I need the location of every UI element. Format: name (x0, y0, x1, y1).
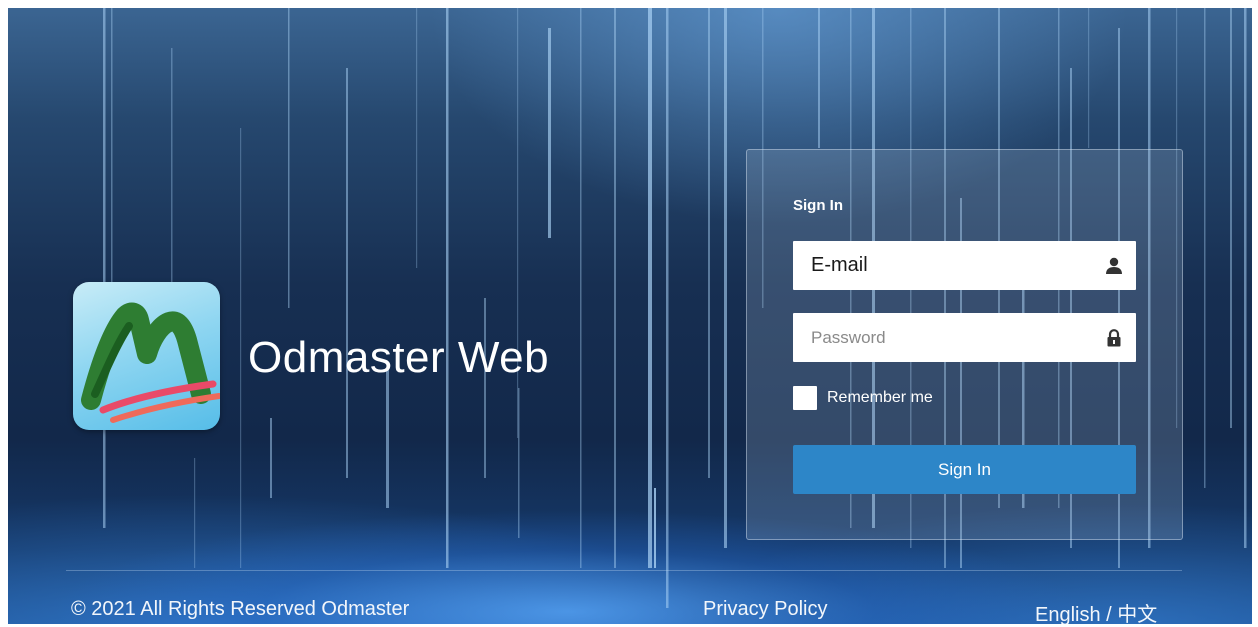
light-streak (614, 8, 616, 568)
password-input[interactable] (793, 313, 1093, 362)
light-streak (580, 8, 582, 568)
light-streak (386, 368, 389, 508)
light-streak (518, 388, 520, 538)
footer-divider (66, 570, 1182, 571)
light-streak (240, 128, 242, 568)
login-page-background: Odmaster Web Sign In E-mail Remember me … (8, 8, 1252, 624)
privacy-policy-link[interactable]: Privacy Policy (703, 598, 827, 621)
light-streak (1204, 8, 1206, 488)
light-streak (103, 8, 106, 528)
light-streak (666, 8, 669, 608)
light-streak (548, 28, 551, 238)
brand-title: Odmaster Web (248, 333, 550, 382)
light-streak (484, 298, 486, 478)
light-streak (446, 8, 449, 568)
light-streak (1088, 8, 1090, 148)
light-streak (1244, 8, 1247, 548)
light-streak (1230, 8, 1232, 428)
remember-me-checkbox[interactable] (793, 386, 817, 410)
copyright-text: © 2021 All Rights Reserved Odmaster (71, 598, 410, 620)
password-field[interactable] (793, 313, 1136, 362)
email-field[interactable] (793, 241, 1136, 290)
light-streak (288, 8, 290, 308)
language-switcher[interactable]: English / 中文 (1035, 598, 1157, 624)
remember-me[interactable]: Remember me (793, 386, 933, 410)
email-input[interactable] (793, 241, 1093, 290)
light-streak (416, 8, 418, 268)
light-streak (346, 68, 348, 478)
login-title: Sign In (793, 197, 843, 214)
light-streak (708, 8, 710, 478)
light-streak (648, 8, 652, 568)
light-streak (654, 488, 656, 568)
remember-me-label: Remember me (827, 389, 933, 406)
user-icon (1104, 256, 1124, 276)
light-streak (270, 418, 272, 498)
sign-in-button[interactable]: Sign In (793, 445, 1136, 494)
login-panel: Sign In Remember me (746, 149, 1183, 540)
lock-icon (1104, 328, 1124, 348)
odmaster-logo-icon (73, 282, 220, 430)
light-streak (724, 8, 727, 548)
light-streak (818, 8, 820, 148)
light-streak (194, 458, 196, 568)
